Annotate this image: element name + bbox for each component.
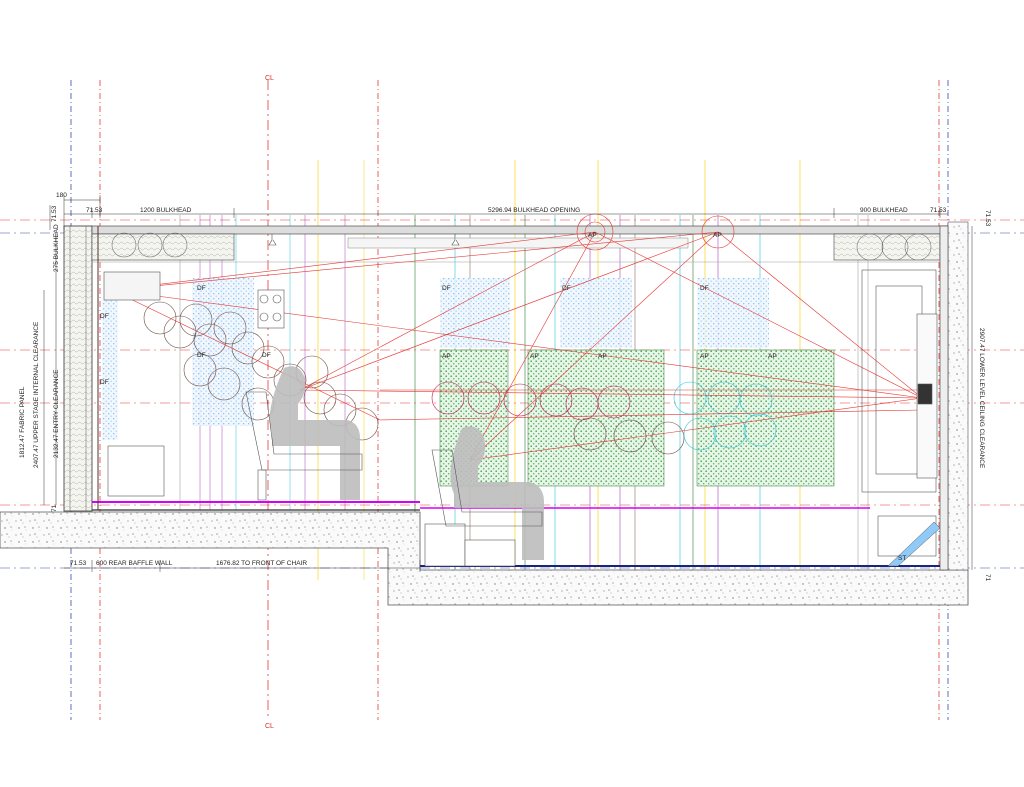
dim-upper-stage: 2407.47 UPPER STAGE INTERNAL CLEARANCE [33, 321, 40, 468]
dim-rear-baffle: 600 REAR BAFFLE WALL [96, 560, 173, 567]
dim-right-bottom-71: 71 [984, 574, 991, 582]
dim-bulkhead-opening: 5296.94 BULKHEAD OPENING [488, 207, 580, 214]
label-df-5: DF [100, 379, 109, 386]
dim-entry-clearance: 2132.47 ENTRY CLEARANCE [53, 369, 60, 458]
dim-left-bottom-71: 71 [51, 504, 58, 512]
label-df-1: DF [197, 285, 206, 292]
label-ap-3: AP [598, 353, 607, 360]
centerline-label-top: CL [265, 75, 274, 82]
bulkhead-right [833, 233, 941, 261]
label-st: ST [898, 555, 906, 562]
label-ap-ceiling-1: AP [588, 232, 597, 239]
seated-figure-left [245, 366, 363, 501]
top-dimension-line: 180 71.53 1200 BULKHEAD 5296.94 BULKHEAD… [56, 192, 948, 230]
dim-right-top-71: 71.53 [984, 210, 991, 227]
dim-front-of-chair: 1676.82 TO FRONT OF CHAIR [216, 560, 307, 567]
dim-275-bulkhead: 275 BULKHEAD [53, 224, 60, 272]
label-df-2: DF [197, 352, 206, 359]
dim-left-71: 71.53 [51, 205, 58, 222]
left-dimensions: 71.53 275 BULKHEAD 1812.47 FABRIC PANEL … [19, 205, 60, 512]
dim-1200-bulkhead: 1200 BULKHEAD [140, 207, 192, 214]
label-ap-5: AP [768, 353, 777, 360]
right-dimensions: 71.53 2907.47 LOWER LEVEL CEILING CLEARA… [971, 210, 991, 582]
label-df-3: DF [262, 352, 271, 359]
label-df-7: DF [562, 285, 571, 292]
label-df-6: DF [442, 285, 451, 292]
dim-900-bulkhead: 900 BULKHEAD [860, 207, 908, 214]
dim-top-right-71: 71.53 [930, 207, 947, 214]
section-drawing: DF DF DF DF DF DF DF DF AP AP AP AP AP A… [0, 75, 1024, 730]
drawing-canvas: DF DF DF DF DF DF DF DF AP AP AP AP AP A… [0, 0, 1024, 787]
label-ap-4: AP [700, 353, 709, 360]
dim-180: 180 [56, 192, 67, 199]
dim-fabric-panel: 1812.47 FABRIC PANEL [19, 386, 26, 458]
label-df-8: DF [700, 285, 709, 292]
dim-top-left-71: 71.53 [86, 207, 103, 214]
dim-lower-level-ceiling: 2907.47 LOWER LEVEL CEILING CLEARANCE [978, 328, 985, 469]
label-ap-2: AP [530, 353, 539, 360]
label-df-4: DF [100, 313, 109, 320]
dim-bottom-71: 71.53 [70, 560, 87, 567]
label-ap-1: AP [442, 353, 451, 360]
centerline-label-bottom: CL [265, 723, 274, 730]
bottom-dimension-line: 71.53 600 REAR BAFFLE WALL 1676.82 TO FR… [64, 560, 421, 572]
label-ap-ceiling-2: AP [713, 232, 722, 239]
